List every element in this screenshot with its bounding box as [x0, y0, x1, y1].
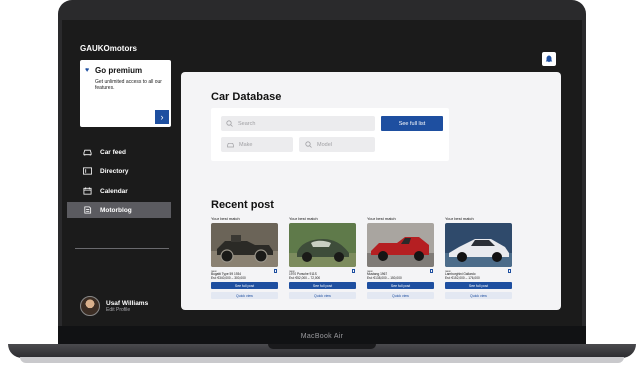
see-full-post-button[interactable]: See full post: [289, 282, 356, 290]
match-label: Your best match: [289, 216, 318, 221]
premium-description: Get unlimited access to all our features…: [95, 79, 162, 91]
car-database-title: Car Database: [211, 91, 282, 103]
car-photo[interactable]: [367, 223, 434, 267]
lamborghini-image: [445, 223, 512, 267]
premium-next-button[interactable]: ›: [155, 110, 169, 124]
car-price: Est: €340,000 – 300,000: [211, 275, 246, 280]
quick-view-button[interactable]: Quick view: [289, 292, 356, 300]
match-label: Your best match: [445, 216, 474, 221]
quick-view-button[interactable]: Quick view: [445, 292, 512, 300]
car-price: Est: €152,000 – 176,000: [445, 275, 480, 280]
bookmark-icon[interactable]: [274, 269, 277, 273]
edit-profile-link[interactable]: Edit Profile: [106, 307, 148, 313]
porsche-image: [289, 223, 356, 267]
post-card: Your best match new Bugatti Type 59 1934…: [211, 216, 278, 300]
brand-logo: GAUKOmotors: [80, 44, 137, 53]
bookmark-icon[interactable]: [430, 269, 433, 273]
model-select[interactable]: Model: [299, 137, 375, 152]
search-placeholder: Search: [238, 120, 256, 127]
premium-title: Go premium: [95, 66, 143, 75]
make-placeholder: Make: [239, 141, 253, 148]
user-name: Usaf Williams: [106, 299, 149, 307]
car-database-filter: Search See full list Make Model: [211, 108, 449, 161]
car-icon: [227, 142, 234, 147]
mustang-image: [367, 223, 434, 267]
user-profile[interactable]: Usaf Williams Edit Profile: [80, 296, 148, 316]
sidebar-item-label: Car feed: [100, 148, 127, 156]
car-icon: [83, 149, 92, 156]
notification-button[interactable]: [542, 52, 556, 66]
post-card: Your best match new 1970 Porsche 911S Es…: [289, 216, 356, 300]
sidebar-divider: [75, 248, 169, 249]
bookmark-icon[interactable]: [352, 269, 355, 273]
quick-view-button[interactable]: Quick view: [367, 292, 434, 300]
see-full-post-button[interactable]: See full post: [211, 282, 278, 290]
sidebar-item-car-feed[interactable]: Car feed: [67, 144, 171, 160]
model-placeholder: Model: [317, 141, 332, 148]
car-photo[interactable]: [211, 223, 278, 267]
match-label: Your best match: [211, 216, 240, 221]
premium-card: ♥ Go premium Get unlimited access to all…: [80, 60, 171, 127]
post-card: Your best match new Mustang 1967 Est: €1…: [367, 216, 434, 300]
match-label: Your best match: [367, 216, 396, 221]
search-icon: [226, 120, 233, 127]
car-price: Est: €138,000 – 150,000: [367, 275, 402, 280]
laptop-chin: MacBook Air: [58, 326, 586, 346]
document-icon: [84, 206, 92, 214]
sidebar-item-calendar[interactable]: Calendar: [67, 183, 171, 199]
vintage-car-image: [211, 223, 278, 267]
app-screen: GAUKOmotors ♥ Go premium Get unlimited a…: [62, 20, 582, 326]
car-photo[interactable]: [445, 223, 512, 267]
search-input[interactable]: Search: [221, 116, 375, 131]
bell-icon: [545, 55, 553, 63]
see-full-post-button[interactable]: See full post: [445, 282, 512, 290]
device-label: MacBook Air: [300, 332, 344, 340]
id-card-icon: [83, 167, 92, 175]
post-card: Your best match new Lamborghini Gallardo…: [445, 216, 512, 300]
sidebar-item-label: Motorblog: [100, 206, 132, 214]
chevron-right-icon: ›: [160, 112, 164, 122]
recent-post-title: Recent post: [211, 199, 274, 211]
sidebar-item-label: Calendar: [100, 187, 128, 195]
see-full-post-button[interactable]: See full post: [367, 282, 434, 290]
model-search-icon: [305, 141, 312, 148]
sidebar-item-label: Directory: [100, 167, 129, 175]
bookmark-icon[interactable]: [508, 269, 511, 273]
quick-view-button[interactable]: Quick view: [211, 292, 278, 300]
sidebar-item-motorblog[interactable]: Motorblog: [67, 202, 171, 218]
sidebar-item-directory[interactable]: Directory: [67, 163, 171, 179]
car-photo[interactable]: [289, 223, 356, 267]
make-select[interactable]: Make: [221, 137, 293, 152]
main-panel: Car Database Search See full list Make M…: [181, 72, 561, 310]
laptop-notch: [268, 344, 376, 349]
heart-icon: ♥: [85, 67, 90, 74]
calendar-icon: [83, 187, 92, 195]
car-price: Est: €52,000 – 72,000: [289, 275, 321, 280]
laptop-shadow: [20, 357, 624, 363]
see-full-list-button[interactable]: See full list: [381, 116, 443, 131]
avatar: [80, 296, 100, 316]
